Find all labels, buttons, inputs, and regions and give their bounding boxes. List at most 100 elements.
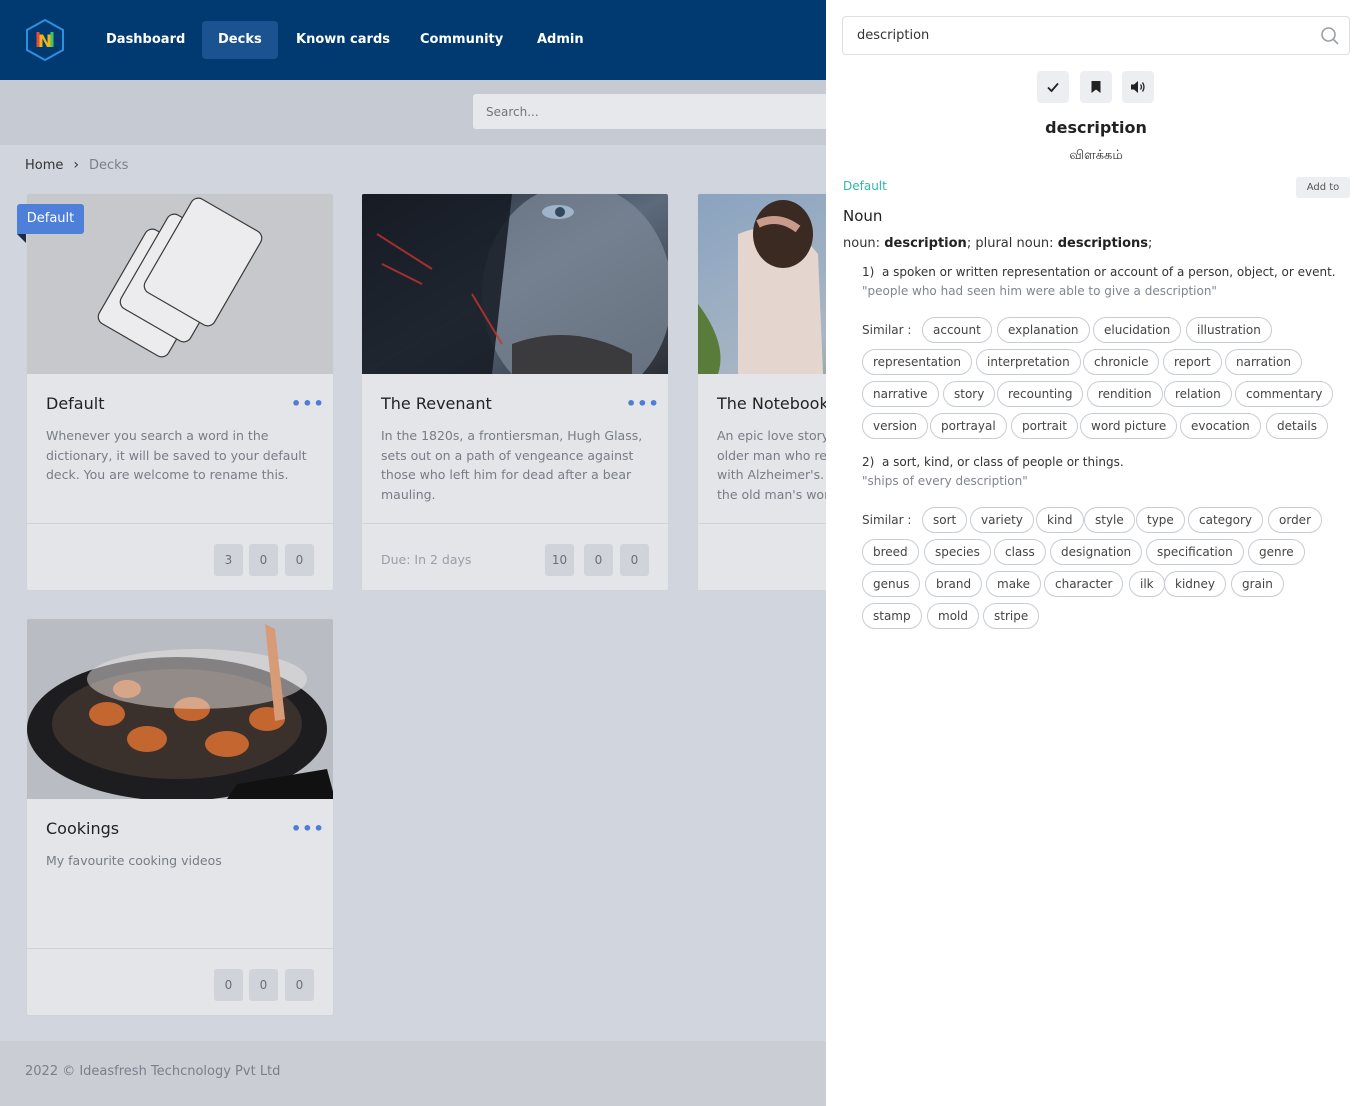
synonym-chip[interactable]: breed (862, 539, 919, 565)
translation: விளக்கம் (1069, 148, 1123, 163)
synonym-chip[interactable]: make (986, 571, 1041, 597)
synonym-chip[interactable]: category (1188, 507, 1264, 533)
cooking-photo (27, 619, 333, 799)
synonym-chip[interactable]: variety (970, 507, 1034, 533)
bookmark-icon (1091, 81, 1101, 93)
deck-title[interactable]: Default (46, 394, 104, 413)
deck-title[interactable]: Cookings (46, 819, 119, 838)
deck-description: My favourite cooking videos (46, 853, 222, 868)
synonym-chip[interactable]: sort (922, 507, 968, 533)
synonym-chip[interactable]: grain (1231, 571, 1284, 597)
more-options-icon[interactable]: ••• (291, 394, 325, 413)
breadcrumb-home[interactable]: Home (25, 158, 63, 173)
synonym-chip[interactable]: commentary (1235, 381, 1334, 407)
stat-learning-count: 0 (249, 969, 278, 1001)
part-of-speech: Noun (843, 207, 883, 225)
card-divider (362, 523, 668, 524)
synonym-chip[interactable]: narration (1225, 349, 1302, 375)
synonym-chip[interactable]: stamp (862, 603, 922, 629)
card-divider (27, 523, 333, 524)
breadcrumb-current: Decks (89, 157, 129, 173)
synonym-chip[interactable]: type (1136, 507, 1185, 533)
synonym-chip[interactable]: order (1268, 507, 1322, 533)
synonym-chip[interactable]: style (1084, 507, 1135, 533)
page-footer: 2022 © Ideasfresh Techcnology Pvt Ltd (0, 1041, 826, 1106)
similar-label: Similar : (862, 323, 912, 337)
synonym-chip[interactable]: representation (862, 349, 973, 375)
synonym-chip[interactable]: designation (1050, 539, 1143, 565)
synonym-chip[interactable]: brand (925, 571, 983, 597)
mark-known-button[interactable] (1037, 71, 1069, 103)
synonym-chip[interactable]: portrayal (930, 413, 1007, 439)
synonym-chip[interactable]: elucidation (1093, 317, 1182, 343)
nav-admin[interactable]: Admin (521, 21, 600, 59)
synonym-chip[interactable]: story (943, 381, 996, 407)
synonym-chip[interactable]: illustration (1186, 317, 1272, 343)
synonym-chip[interactable]: narrative (862, 381, 939, 407)
nav-dashboard[interactable]: Dashboard (90, 21, 201, 59)
word-forms: noun: description; plural noun: descript… (843, 236, 1153, 251)
synonym-chip[interactable]: report (1163, 349, 1222, 375)
stat-new-count: 0 (214, 969, 243, 1001)
due-date-text: Due: In 2 days (381, 552, 472, 567)
synonym-chip[interactable]: recounting (997, 381, 1084, 407)
search-icon[interactable] (1320, 26, 1340, 46)
stat-new-count: 10 (545, 544, 574, 576)
deck-title[interactable]: The Notebook (717, 394, 829, 413)
stat-new-count: 3 (214, 544, 243, 576)
nav-known-cards[interactable]: Known cards (280, 21, 406, 59)
dictionary-panel: description விளக்கம் Default Add to Noun… (826, 0, 1366, 1106)
synonym-chip[interactable]: chronicle (1083, 349, 1160, 375)
synonym-chip[interactable]: kidney (1164, 571, 1226, 597)
definition-1: 1) a spoken or written representation or… (862, 265, 1336, 279)
dictionary-search-input[interactable] (842, 16, 1350, 55)
breadcrumb: Home › Decks (25, 155, 128, 175)
synonym-chip[interactable]: specification (1146, 539, 1244, 565)
example-2: "ships of every description" (862, 474, 1028, 488)
chevron-right-icon: › (73, 157, 79, 173)
synonym-chip[interactable]: version (862, 413, 928, 439)
nav-community[interactable]: Community (404, 21, 519, 59)
synonym-chip[interactable]: mold (927, 603, 979, 629)
synonym-chip[interactable]: class (994, 539, 1046, 565)
similar-label: Similar : (862, 513, 912, 527)
more-options-icon[interactable]: ••• (626, 394, 660, 413)
synonym-chip[interactable]: interpretation (976, 349, 1081, 375)
deck-card-the-revenant[interactable]: The Revenant ••• In the 1820s, a frontie… (361, 193, 669, 591)
pronounce-button[interactable] (1122, 71, 1154, 103)
synonym-chip[interactable]: portrait (1011, 413, 1078, 439)
synonym-chip[interactable]: relation (1164, 381, 1232, 407)
synonym-chip[interactable]: genus (862, 571, 921, 597)
bookmark-button[interactable] (1080, 71, 1112, 103)
synonym-chip[interactable]: genre (1248, 539, 1305, 565)
more-options-icon[interactable]: ••• (291, 819, 325, 838)
synonym-chip[interactable]: rendition (1087, 381, 1163, 407)
synonym-chip[interactable]: explanation (997, 317, 1090, 343)
synonym-chip[interactable]: word picture (1080, 413, 1178, 439)
synonym-chip[interactable]: evocation (1180, 413, 1261, 439)
speaker-icon (1131, 81, 1145, 93)
example-1: "people who had seen him were able to gi… (862, 284, 1217, 298)
synonym-chip[interactable]: character (1044, 571, 1124, 597)
deck-title[interactable]: The Revenant (381, 394, 492, 413)
copyright-text: 2022 © Ideasfresh Techcnology Pvt Ltd (25, 1064, 281, 1079)
synonym-chip[interactable]: details (1266, 413, 1328, 439)
svg-text:N: N (38, 32, 52, 52)
deck-tag[interactable]: Default (843, 179, 887, 193)
add-to-button[interactable]: Add to (1296, 177, 1350, 198)
app-logo-icon[interactable]: N (24, 18, 66, 62)
deck-search-input[interactable] (473, 94, 873, 129)
badge-fold (17, 234, 26, 243)
synonym-chip[interactable]: account (922, 317, 992, 343)
deck-card-default[interactable]: Default ••• Whenever you search a word i… (26, 193, 334, 591)
stat-review-count: 0 (285, 969, 314, 1001)
synonym-chip[interactable]: stripe (983, 603, 1040, 629)
synonym-chip[interactable]: kind (1036, 507, 1084, 533)
nav-decks[interactable]: Decks (202, 21, 278, 59)
revenant-poster (362, 194, 668, 374)
deck-card-cookings[interactable]: Cookings ••• My favourite cooking videos… (26, 618, 334, 1016)
synonym-chip[interactable]: ilk (1129, 571, 1165, 597)
synonym-chip[interactable]: species (924, 539, 991, 565)
definition-2: 2) a sort, kind, or class of people or t… (862, 455, 1124, 469)
stat-learning-count: 0 (249, 544, 278, 576)
